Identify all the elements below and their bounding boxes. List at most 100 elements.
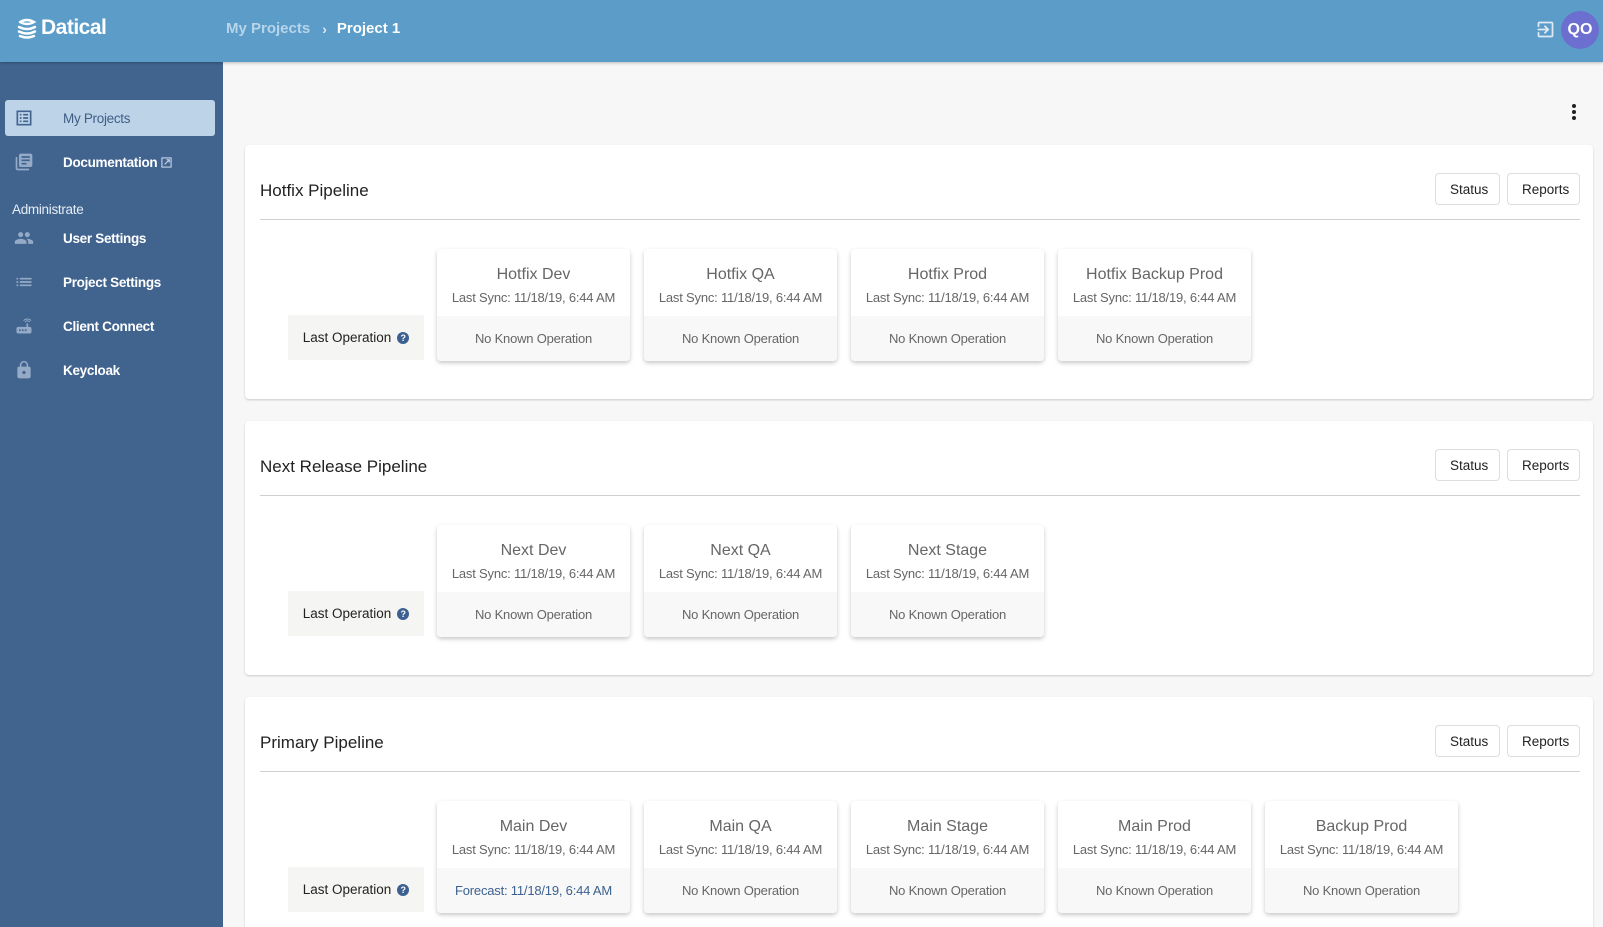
environment-operation: No Known Operation xyxy=(851,868,1044,913)
last-operation-label: Last Operation? xyxy=(288,315,424,360)
sidebar-item-label: Project Settings xyxy=(63,274,161,290)
environment-card[interactable]: Hotfix QA Last Sync: 11/18/19, 6:44 AM No … xyxy=(644,249,837,361)
app-name: Datical xyxy=(41,16,107,39)
breadcrumb-current: Project 1 xyxy=(336,20,401,37)
menu-list-icon xyxy=(16,277,32,287)
breadcrumb-separator-icon: › xyxy=(322,20,327,37)
environment-operation: No Known Operation xyxy=(1265,868,1458,913)
environment-name: Next QA xyxy=(710,542,771,559)
environment-operation: No Known Operation xyxy=(437,592,630,637)
environment-operation: No Known Operation xyxy=(851,316,1044,361)
sidebar-item-label: My Projects xyxy=(63,110,131,126)
environment-name: Hotfix QA xyxy=(706,266,775,283)
environment-card[interactable]: Next Dev Last Sync: 11/18/19, 6:44 AM No K… xyxy=(437,525,630,637)
pipeline-divider xyxy=(260,771,1580,772)
environment-last-sync: Last Sync: 11/18/19, 6:44 AM xyxy=(865,566,1030,581)
sidebar-item-project-settings[interactable]: Project Settings xyxy=(5,264,215,300)
app-logo[interactable]: Datical xyxy=(16,16,107,40)
breadcrumb: My Projects › Project 1 xyxy=(226,20,400,37)
environment-name: Main Stage xyxy=(907,818,988,835)
environment-card[interactable]: Main Prod Last Sync: 11/18/19, 6:44 AM No … xyxy=(1058,801,1251,913)
environment-name: Main Dev xyxy=(499,818,568,835)
environment-card[interactable]: Backup Prod Last Sync: 11/18/19, 6:44 AM N… xyxy=(1265,801,1458,913)
environment-card[interactable]: Main QA Last Sync: 11/18/19, 6:44 AM No Kn… xyxy=(644,801,837,913)
environment-last-sync: Last Sync: 11/18/19, 6:44 AM xyxy=(865,842,1030,857)
environment-name: Hotfix Backup Prod xyxy=(1086,266,1223,283)
datical-logo-icon xyxy=(17,18,37,39)
sidebar-item-label: Documentation xyxy=(63,154,158,170)
sidebar-item-label: User Settings xyxy=(63,230,147,246)
sidebar-item-label-wrap: Documentation xyxy=(63,155,172,170)
environment-operation: No Known Operation xyxy=(437,316,630,361)
last-operation-text: Last Operation xyxy=(302,882,392,897)
help-icon[interactable]: ? xyxy=(397,607,410,620)
environment-name: Next Dev xyxy=(500,542,567,559)
environment-card[interactable]: Next QA Last Sync: 11/18/19, 6:44 AM No Kn… xyxy=(644,525,837,637)
environment-last-sync: Last Sync: 11/18/19, 6:44 AM xyxy=(658,566,823,581)
environment-last-sync: Last Sync: 11/18/19, 6:44 AM xyxy=(1072,842,1237,857)
last-operation-label: Last Operation? xyxy=(288,867,424,912)
user-avatar[interactable]: QO xyxy=(1561,11,1599,49)
environment-card[interactable]: Hotfix Backup Prod Last Sync: 11/18/19, 6… xyxy=(1058,249,1251,361)
lock-icon xyxy=(17,360,31,379)
environment-operation[interactable]: Forecast: 11/18/19, 6:44 AM xyxy=(437,868,630,913)
reports-button[interactable]: Reports xyxy=(1507,173,1580,205)
environment-last-sync: Last Sync: 11/18/19, 6:44 AM xyxy=(658,290,823,305)
environment-card[interactable]: Main Stage Last Sync: 11/18/19, 6:44 AM No… xyxy=(851,801,1044,913)
list-icon xyxy=(16,110,32,126)
environment-last-sync: Last Sync: 11/18/19, 6:44 AM xyxy=(451,290,616,305)
environment-name: Hotfix Prod xyxy=(907,266,988,283)
library-icon xyxy=(15,153,33,171)
environment-last-sync: Last Sync: 11/18/19, 6:44 AM xyxy=(658,842,823,857)
environment-card[interactable]: Main Dev Last Sync: 11/18/19, 6:44 AM Fore… xyxy=(437,801,630,913)
sidebar: My Projects Documentation Administrate U… xyxy=(0,62,223,927)
logout-icon[interactable] xyxy=(1535,19,1556,40)
environment-last-sync: Last Sync: 11/18/19, 6:44 AM xyxy=(451,566,616,581)
last-operation-text: Last Operation xyxy=(302,606,392,621)
sidebar-item-keycloak[interactable]: Keycloak xyxy=(5,352,215,388)
sidebar-item-label: Client Connect xyxy=(63,318,155,334)
environment-last-sync: Last Sync: 11/18/19, 6:44 AM xyxy=(865,290,1030,305)
pipeline-title: Next Release Pipeline xyxy=(260,457,428,476)
external-link-icon xyxy=(161,156,172,168)
environment-card[interactable]: Hotfix Prod Last Sync: 11/18/19, 6:44 AM N… xyxy=(851,249,1044,361)
sidebar-item-label: Keycloak xyxy=(63,362,120,378)
users-icon xyxy=(14,232,34,244)
reports-button[interactable]: Reports xyxy=(1507,725,1580,757)
pipeline-title: Hotfix Pipeline xyxy=(260,181,369,200)
environment-last-sync: Last Sync: 11/18/19, 6:44 AM xyxy=(1072,290,1237,305)
environment-operation: No Known Operation xyxy=(1058,868,1251,913)
environment-name: Hotfix Dev xyxy=(496,266,571,283)
pipeline-card: Hotfix Pipeline Status Reports Last Operati… xyxy=(245,145,1593,399)
status-button[interactable]: Status xyxy=(1435,449,1500,481)
help-icon[interactable]: ? xyxy=(397,331,410,344)
pipeline-card: Primary Pipeline Status Reports Last Operat… xyxy=(245,697,1593,927)
section-label-administrate: Administrate xyxy=(12,202,84,217)
environment-operation: No Known Operation xyxy=(851,592,1044,637)
pipeline-title: Primary Pipeline xyxy=(260,733,384,752)
router-icon xyxy=(16,318,32,334)
top-bar: Datical My Projects › Project 1 QO xyxy=(0,0,1603,62)
help-icon[interactable]: ? xyxy=(397,883,410,896)
last-operation-text: Last Operation xyxy=(302,330,392,345)
sidebar-item-documentation[interactable]: Documentation xyxy=(5,144,215,180)
sidebar-item-user-settings[interactable]: User Settings xyxy=(5,220,215,256)
pipeline-card: Next Release Pipeline Status Reports Last O… xyxy=(245,421,1593,675)
environment-last-sync: Last Sync: 11/18/19, 6:44 AM xyxy=(451,842,616,857)
environment-name: Main Prod xyxy=(1118,818,1191,835)
sidebar-item-my-projects[interactable]: My Projects xyxy=(5,100,215,136)
more-options-icon[interactable] xyxy=(1568,100,1580,124)
environment-operation: No Known Operation xyxy=(644,592,837,637)
environment-last-sync: Last Sync: 11/18/19, 6:44 AM xyxy=(1279,842,1444,857)
sidebar-item-client-connect[interactable]: Client Connect xyxy=(5,308,215,344)
last-operation-label: Last Operation? xyxy=(288,591,424,636)
pipeline-divider xyxy=(260,495,1580,496)
reports-button[interactable]: Reports xyxy=(1507,449,1580,481)
status-button[interactable]: Status xyxy=(1435,725,1500,757)
environment-card[interactable]: Next Stage Last Sync: 11/18/19, 6:44 AM No… xyxy=(851,525,1044,637)
environment-operation: No Known Operation xyxy=(644,316,837,361)
status-button[interactable]: Status xyxy=(1435,173,1500,205)
environment-card[interactable]: Hotfix Dev Last Sync: 11/18/19, 6:44 AM No… xyxy=(437,249,630,361)
environment-name: Main QA xyxy=(709,818,772,835)
breadcrumb-my-projects[interactable]: My Projects xyxy=(226,20,310,37)
